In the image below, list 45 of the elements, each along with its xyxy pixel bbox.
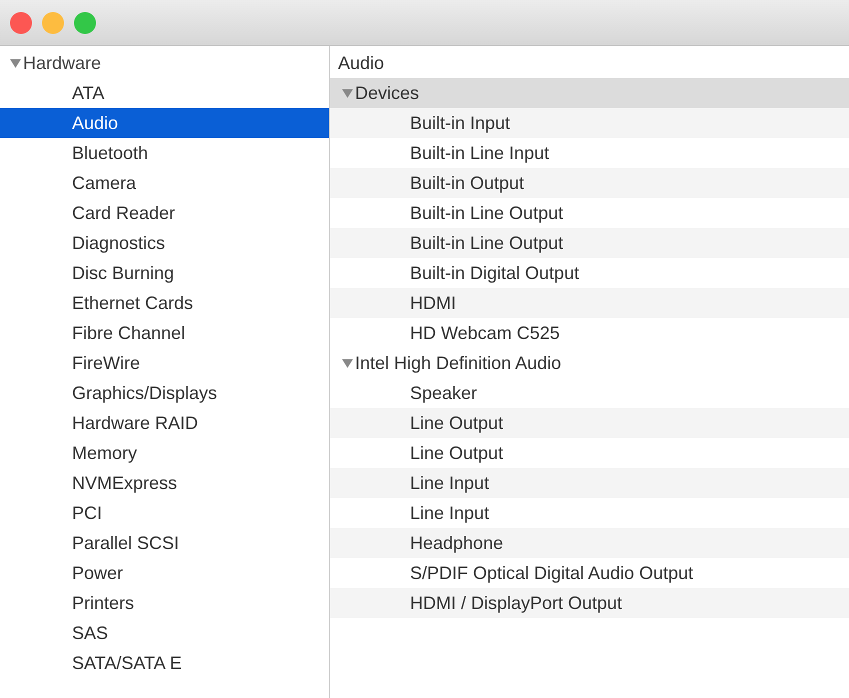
device-row[interactable]: Built-in Input <box>330 108 849 138</box>
zoom-button[interactable] <box>74 12 96 34</box>
sidebar-item[interactable]: Camera <box>0 168 329 198</box>
device-row[interactable]: Built-in Line Output <box>330 228 849 258</box>
device-row[interactable]: Speaker <box>330 378 849 408</box>
sidebar-item[interactable]: Diagnostics <box>0 228 329 258</box>
sidebar-item[interactable]: Bluetooth <box>0 138 329 168</box>
sidebar-item[interactable]: SATA/SATA E <box>0 648 329 678</box>
disclosure-triangle-down-icon[interactable] <box>342 88 353 98</box>
sidebar-item[interactable]: Graphics/Displays <box>0 378 329 408</box>
sidebar-category[interactable]: Hardware <box>0 48 329 78</box>
device-group[interactable]: Intel High Definition Audio <box>330 348 849 378</box>
sidebar-item[interactable]: FireWire <box>0 348 329 378</box>
sidebar-item[interactable]: NVMExpress <box>0 468 329 498</box>
device-row[interactable]: HDMI <box>330 288 849 318</box>
device-row[interactable]: HDMI / DisplayPort Output <box>330 588 849 618</box>
device-row[interactable]: Built-in Line Input <box>330 138 849 168</box>
device-row[interactable]: Line Input <box>330 498 849 528</box>
disclosure-triangle-down-icon[interactable] <box>10 58 21 68</box>
sidebar-item[interactable]: Parallel SCSI <box>0 528 329 558</box>
sidebar-item[interactable]: SAS <box>0 618 329 648</box>
sidebar-item[interactable]: Disc Burning <box>0 258 329 288</box>
sidebar-item[interactable]: Power <box>0 558 329 588</box>
disclosure-triangle-down-icon[interactable] <box>342 358 353 368</box>
device-row[interactable]: Line Input <box>330 468 849 498</box>
device-row[interactable]: Headphone <box>330 528 849 558</box>
device-row[interactable]: Line Output <box>330 438 849 468</box>
sidebar-item[interactable]: Ethernet Cards <box>0 288 329 318</box>
device-row[interactable]: Built-in Digital Output <box>330 258 849 288</box>
sidebar-item[interactable]: Fibre Channel <box>0 318 329 348</box>
minimize-button[interactable] <box>42 12 64 34</box>
device-row[interactable]: Built-in Output <box>330 168 849 198</box>
device-row[interactable]: S/PDIF Optical Digital Audio Output <box>330 558 849 588</box>
sidebar-item[interactable]: Audio <box>0 108 329 138</box>
sidebar-item[interactable]: Hardware RAID <box>0 408 329 438</box>
device-row[interactable]: Built-in Line Output <box>330 198 849 228</box>
device-group[interactable]: Devices <box>330 78 849 108</box>
sidebar-item[interactable]: Printers <box>0 588 329 618</box>
sidebar-item[interactable]: PCI <box>0 498 329 528</box>
sidebar-item[interactable]: Card Reader <box>0 198 329 228</box>
sidebar-item[interactable]: Memory <box>0 438 329 468</box>
device-row[interactable]: Line Output <box>330 408 849 438</box>
sidebar-item[interactable]: ATA <box>0 78 329 108</box>
device-row[interactable]: HD Webcam C525 <box>330 318 849 348</box>
close-button[interactable] <box>10 12 32 34</box>
